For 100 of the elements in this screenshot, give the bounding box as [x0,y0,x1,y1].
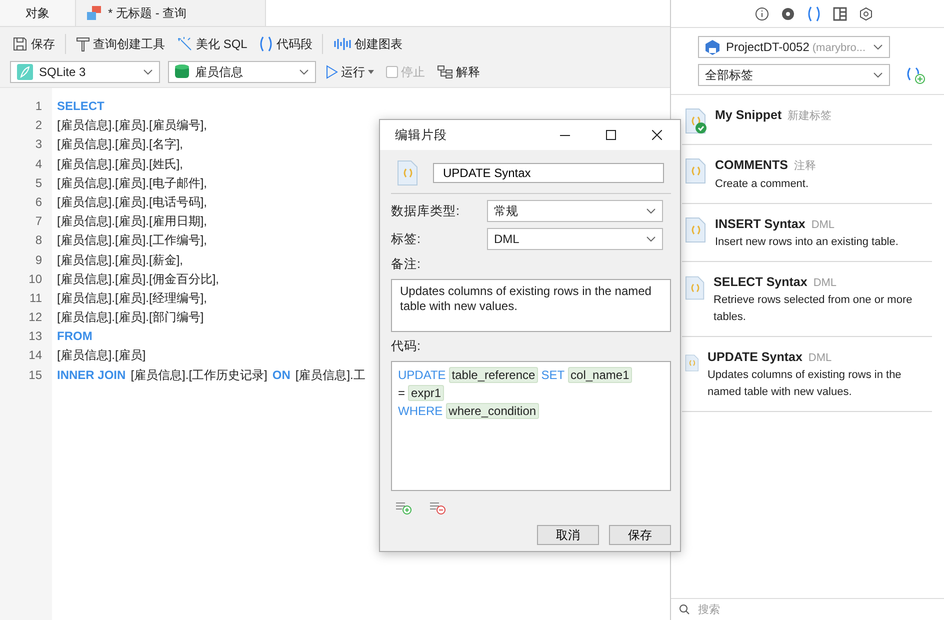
play-icon [326,65,338,79]
toolbar-button[interactable]: 代码段 [257,36,314,52]
sql-keyword: ON [272,366,290,384]
code-text: [雇员信息].[雇员].[经理编号], [57,290,208,307]
line-number: 3 [35,136,42,154]
snippet-title: SELECT Syntax DML [714,275,838,289]
snippet-title: My Snippet 新建标签 [715,108,832,123]
toolbar-button[interactable]: 美化 SQL [175,36,250,52]
line-number: 10 [28,270,42,288]
tab[interactable]: * 无标题 - 查询 [76,0,266,26]
add-line-icon[interactable] [395,501,413,515]
snippet-description: Updates columns of existing rows in the named table with new values. [707,368,902,400]
code-field[interactable]: UPDATE table_reference SET col_name1 = expr1 WHERE where_condition [391,361,671,491]
sql-keyword: UPDATE [398,368,446,382]
chevron-icon [873,44,883,50]
line-number: 12 [28,309,42,326]
code-text: = [398,386,406,400]
tab[interactable]: 对象 [0,0,76,26]
toolbar-button[interactable]: 保存 [10,36,57,52]
snippet-title: COMMENTS 注释 [715,158,816,173]
add-snippet-icon[interactable] [906,66,926,84]
note-label: 备注: [391,256,422,273]
panel-tab[interactable] [806,6,820,22]
line-number: 11 [30,290,42,307]
line-number: 2 [35,117,42,134]
snippet-description: Retrieve rows selected from one or more tables. [714,293,914,325]
magic-wand-icon [177,36,193,52]
line-number: 6 [35,194,42,211]
snippet-item[interactable]: INSERT Syntax DML Insert new rows into an existing table. [682,204,932,262]
close-icon [652,130,662,140]
snippet-description: Insert new rows into an existing table. [715,235,898,250]
line-number: 9 [35,252,42,268]
toolbar-button[interactable]: 查询创建工具 [74,36,167,52]
connection-select[interactable]: SQLite 3 [10,61,160,83]
dropdown-field[interactable]: 常规 [487,200,663,222]
field-label: 标签: [391,230,422,248]
code-text: [雇员信息].[雇员].[电子邮件], [57,174,208,192]
tag-select[interactable]: 全部标签 [698,64,890,86]
snippet-item[interactable]: SELECT Syntax DML Retrieve rows selected from one or more tables. [682,262,932,337]
maximize-icon [606,130,616,140]
panel-tab[interactable] [858,6,872,20]
save-icon [12,36,28,52]
code-text: [雇员信息].[雇员].[电话号码], [57,194,208,211]
info-icon [754,6,768,20]
database-icon [175,64,189,80]
line-number: 14 [28,347,42,364]
run-button[interactable]: 运行 [324,64,376,80]
chart-icon [333,36,352,52]
line-number: 8 [35,232,42,250]
toolbar-button[interactable]: 创建图表 [331,36,404,52]
database-select[interactable]: 雇员信息 [168,61,316,83]
code-text: [雇员信息].[雇员].[薪金], [57,252,184,268]
line-number: 7 [35,213,42,230]
dialog-button[interactable]: 保存 [609,525,671,545]
sql-keyword: INNER JOIN [57,366,126,384]
caret-icon [368,70,374,74]
line-number: 15 [28,366,42,384]
code-text: [雇员信息].[雇员].[工作编号], [57,232,208,250]
code-text: [雇员信息].[雇员] [57,347,146,364]
snippet-item[interactable]: My Snippet 新建标签 [682,95,932,145]
project-select[interactable]: ProjectDT-0052 (marybro... [698,36,890,58]
snippet-item[interactable]: COMMENTS 注释 Create a comment. [682,145,932,204]
hexagon-icon [858,6,872,20]
snippet-file-icon [397,160,419,186]
snippet-file-icon [685,275,706,301]
chevron-icon [646,236,656,242]
panel-tab[interactable] [754,6,768,20]
code-text: [雇员信息].[雇员].[佣金百分比], [57,270,220,288]
line-number: 4 [35,156,42,173]
chevron-icon [873,72,883,78]
line-number: 1 [35,98,42,115]
dialog-button[interactable]: 取消 [537,525,599,545]
code-text: [雇员信息].[雇员].[雇用日期], [57,213,208,230]
code-text: [雇员信息].工 [295,366,366,384]
snippet-file-check-icon [685,108,707,134]
code-text: [雇员信息].[雇员].[名字], [57,136,184,154]
explain-button[interactable]: 解释 [435,64,482,80]
code-brackets-icon [259,36,274,52]
snippet-item[interactable]: UPDATE Syntax DML Updates columns of existing rows in the named table with new values. [682,337,932,412]
snippet-title: INSERT Syntax DML [715,217,836,231]
snippet-file-icon [685,217,707,243]
name-field[interactable]: UPDATE Syntax [433,163,664,183]
note-field[interactable]: Updates columns of existing rows in the named table with new values. [391,279,671,332]
panel-tab[interactable] [832,6,846,20]
line-number: 13 [28,328,42,346]
tree-icon [437,65,453,79]
code-placeholder: col_name1 [568,367,632,383]
line-number: 5 [35,174,42,192]
grid-icon [832,6,846,20]
snippet-file-icon [685,158,707,184]
code-placeholder: expr1 [408,385,444,401]
code-placeholder: where_condition [446,403,540,419]
field-label: 数据库类型: [391,202,460,220]
sql-keyword: FROM [57,328,92,346]
snippet-title: UPDATE Syntax DML [707,350,833,364]
dropdown-field[interactable]: DML [487,228,663,250]
chevron-icon [299,69,309,75]
code-label: 代码: [391,338,422,355]
project-icon [705,40,720,54]
remove-line-icon[interactable] [429,501,447,515]
